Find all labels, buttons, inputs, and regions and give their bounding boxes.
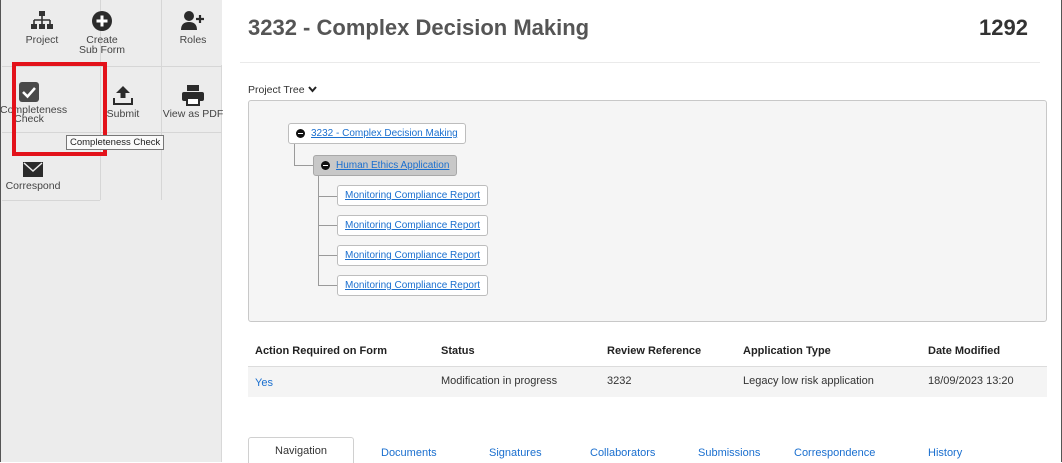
tab-documents[interactable]: Documents	[381, 447, 437, 459]
tab-navigation[interactable]: Navigation	[248, 437, 354, 463]
collapse-icon[interactable]	[321, 161, 330, 170]
user-plus-icon	[181, 8, 205, 32]
page-title: 3232 - Complex Decision Making	[248, 15, 590, 40]
submit-button[interactable]: Submit	[95, 78, 151, 119]
create-sub-form-button[interactable]: Create Sub Form	[71, 2, 133, 55]
tab-signatures[interactable]: Signatures	[489, 447, 542, 459]
review-reference-cell: 3232	[607, 375, 632, 387]
tree-node-root[interactable]: 3232 - Complex Decision Making	[288, 123, 466, 144]
table-header-action-required: Action Required on Form	[255, 345, 387, 357]
plus-circle-icon	[91, 2, 113, 32]
table-header-date-modified: Date Modified	[928, 345, 1001, 357]
table-header-status: Status	[441, 345, 475, 357]
tree-node-report[interactable]: Monitoring Compliance Report	[337, 215, 489, 236]
completeness-check-label: Completeness Check	[0, 104, 68, 125]
chevron-down-icon	[307, 84, 317, 96]
project-tree: 3232 - Complex Decision Making Human Eth…	[248, 100, 1047, 322]
project-tree-toggle[interactable]: Project Tree	[248, 84, 317, 96]
correspond-button[interactable]: Correspond	[5, 154, 61, 191]
completeness-check-tooltip: Completeness Check	[66, 135, 165, 150]
view-as-pdf-label: View as PDF	[162, 108, 224, 120]
roles-button[interactable]: Roles	[162, 2, 224, 45]
project-number: 1292	[979, 15, 1028, 40]
submit-label: Submit	[106, 108, 140, 120]
tree-node-root-link[interactable]: 3232 - Complex Decision Making	[311, 128, 458, 139]
action-required-link[interactable]: Yes	[255, 377, 273, 389]
tab-correspondence[interactable]: Correspondence	[794, 447, 875, 459]
tab-history[interactable]: History	[928, 447, 962, 459]
envelope-icon	[22, 154, 44, 178]
upload-icon	[112, 78, 134, 106]
table-header-application-type: Application Type	[743, 345, 831, 357]
report-link[interactable]: Monitoring Compliance Report	[345, 250, 480, 261]
tree-node-human-ethics[interactable]: Human Ethics Application	[313, 155, 458, 176]
action-sidebar: Project Create Sub Form Roles Completene…	[0, 0, 224, 462]
status-cell: Modification in progress	[441, 375, 558, 387]
report-link[interactable]: Monitoring Compliance Report	[345, 280, 480, 291]
title-divider	[240, 62, 1040, 63]
tree-node-report[interactable]: Monitoring Compliance Report	[337, 275, 489, 296]
sitemap-icon	[31, 2, 53, 32]
table-header-review-reference: Review Reference	[607, 345, 702, 357]
collapse-icon[interactable]	[296, 129, 305, 138]
roles-label: Roles	[179, 34, 207, 46]
view-as-pdf-button[interactable]: View as PDF	[162, 78, 224, 119]
date-modified-cell: 18/09/2023 13:20	[928, 375, 1014, 387]
tab-collaborators[interactable]: Collaborators	[590, 447, 655, 459]
project-button[interactable]: Project	[11, 2, 73, 45]
report-link[interactable]: Monitoring Compliance Report	[345, 220, 480, 231]
application-type-cell: Legacy low risk application	[743, 375, 874, 387]
tree-node-report[interactable]: Monitoring Compliance Report	[337, 245, 489, 266]
completeness-check-button[interactable]: Completeness Check	[0, 77, 68, 125]
checkbox-checked-icon	[18, 77, 40, 103]
correspond-label: Correspond	[5, 180, 61, 192]
report-link[interactable]: Monitoring Compliance Report	[345, 190, 480, 201]
tree-node-human-ethics-link[interactable]: Human Ethics Application	[336, 160, 449, 171]
tab-submissions[interactable]: Submissions	[698, 447, 760, 459]
project-label: Project	[25, 34, 59, 46]
create-sub-form-label: Create Sub Form	[78, 34, 126, 56]
tree-node-report[interactable]: Monitoring Compliance Report	[337, 185, 489, 206]
printer-icon	[181, 78, 205, 106]
project-tree-label: Project Tree	[248, 84, 305, 96]
